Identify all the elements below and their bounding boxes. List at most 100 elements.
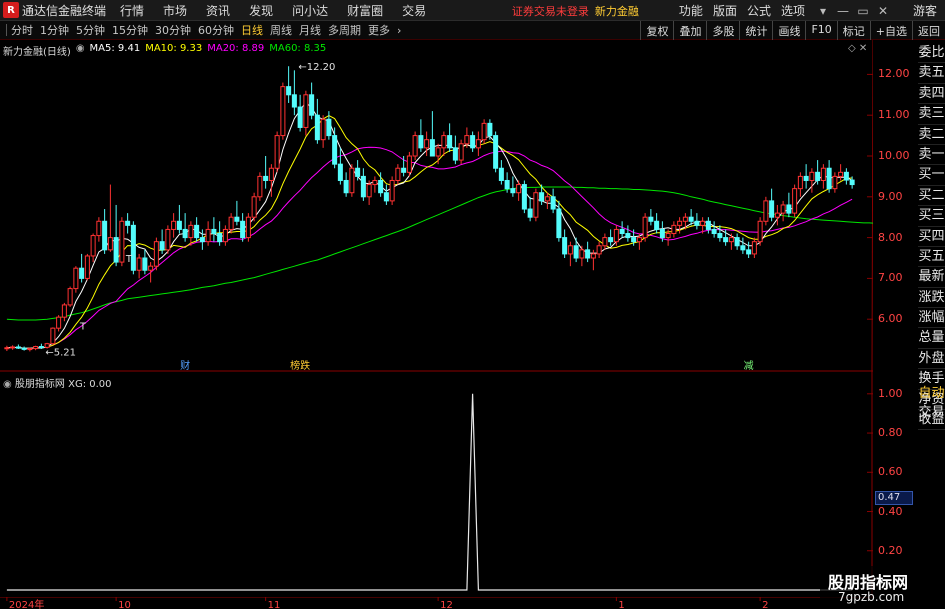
side-tab-14[interactable]: 总量 — [918, 328, 945, 349]
menu-layout[interactable]: 版面 — [713, 2, 737, 19]
candle-body — [401, 167, 407, 173]
side-tab-trade[interactable]: 交易 — [918, 403, 945, 422]
candle — [562, 229, 568, 258]
menu-formula[interactable]: 公式 — [747, 2, 771, 19]
side-tab-10[interactable]: 买五 — [918, 247, 945, 268]
close-panel-icon[interactable]: ✕ — [859, 43, 867, 54]
tool-draw[interactable]: 画线 — [772, 21, 805, 40]
candle — [61, 302, 67, 322]
period-60min[interactable]: 60分钟 — [198, 22, 234, 38]
menu-discover[interactable]: 发现 — [249, 2, 273, 19]
window-dropdown-icon[interactable]: ▾ — [815, 4, 831, 18]
candle-body — [234, 216, 240, 222]
candle-body — [625, 233, 631, 239]
candle — [263, 156, 269, 189]
maximize-icon[interactable]: ▭ — [855, 4, 871, 18]
menu-options[interactable]: 选项 — [781, 2, 805, 19]
candle-body — [562, 237, 568, 255]
candle — [113, 204, 119, 267]
side-tab-1[interactable]: 卖五 — [918, 63, 945, 84]
period-5min[interactable]: 5分钟 — [76, 22, 105, 38]
side-tab-6[interactable]: 买一 — [918, 165, 945, 186]
tool-adjust[interactable]: 复权 — [640, 21, 673, 40]
side-tab-15[interactable]: 外盘 — [918, 349, 945, 370]
period-intraday[interactable]: 分时 — [11, 22, 33, 38]
candle — [648, 209, 654, 226]
tool-multi-stock[interactable]: 多股 — [706, 21, 739, 40]
candle — [291, 70, 297, 116]
side-tab-5[interactable]: 卖一 — [918, 145, 945, 166]
candle — [815, 160, 821, 185]
candle-body — [579, 249, 585, 259]
candle-body — [475, 139, 481, 149]
candle — [274, 131, 280, 173]
login-warning[interactable]: 证券交易未登录 — [512, 3, 589, 19]
candle — [372, 176, 378, 193]
candle-body — [27, 348, 33, 351]
tool-add-watchlist[interactable]: +自选 — [869, 21, 912, 40]
candle — [33, 345, 39, 351]
candle — [50, 327, 56, 345]
menu-functions[interactable]: 功能 — [679, 2, 703, 19]
period-15min[interactable]: 15分钟 — [112, 22, 148, 38]
side-tab-11[interactable]: 最新 — [918, 267, 945, 288]
candle-body — [631, 237, 637, 243]
candle-body — [199, 237, 205, 243]
menu-ask[interactable]: 问小达 — [292, 2, 328, 19]
candle-body — [274, 135, 280, 169]
settings-circle-icon[interactable]: ◉ — [3, 379, 12, 390]
side-tab-8[interactable]: 买三 — [918, 206, 945, 227]
side-tab-3[interactable]: 卖三 — [918, 104, 945, 125]
side-tab-9[interactable]: 买四 — [918, 227, 945, 247]
stock-title[interactable]: 新力金融(日线) — [3, 43, 71, 58]
menu-quotes[interactable]: 行情 — [120, 2, 144, 19]
tool-stats[interactable]: 统计 — [739, 21, 772, 40]
side-tab-12[interactable]: 涨跌 — [918, 288, 945, 309]
side-tab-4[interactable]: 卖二 — [918, 125, 945, 145]
candle — [205, 221, 211, 246]
menu-market[interactable]: 市场 — [163, 2, 187, 19]
candle — [234, 200, 240, 226]
user-label[interactable]: 游客 — [913, 2, 937, 19]
period-weekly[interactable]: 周线 — [270, 22, 292, 38]
candle — [383, 184, 389, 205]
minimize-icon[interactable]: — — [835, 4, 851, 18]
candle — [820, 164, 826, 189]
candle — [510, 176, 516, 197]
close-icon[interactable]: ✕ — [875, 4, 891, 18]
candle-body — [286, 86, 292, 96]
menu-news[interactable]: 资讯 — [206, 2, 230, 19]
candle — [533, 188, 539, 222]
settings-circle-icon[interactable]: ◉ — [76, 43, 85, 58]
period-1min[interactable]: 1分钟 — [40, 22, 69, 38]
candle-body — [544, 196, 550, 202]
candle-body — [746, 249, 752, 255]
side-tab-auto[interactable]: 自动 — [918, 384, 945, 403]
chevron-right-icon[interactable]: › — [397, 24, 401, 37]
candle — [165, 225, 171, 254]
candle-body — [211, 228, 217, 235]
candle-body — [711, 228, 717, 235]
period-more[interactable]: 更多 — [368, 22, 390, 38]
side-tab-13[interactable]: 涨幅 — [918, 308, 945, 329]
diamond-icon[interactable]: ◇ — [848, 43, 856, 54]
tool-f10[interactable]: F10 — [805, 21, 836, 40]
period-monthly[interactable]: 月线 — [299, 22, 321, 38]
side-tab-0[interactable]: 委比 — [918, 43, 945, 64]
menu-wealth[interactable]: 财富圈 — [347, 2, 383, 19]
tool-back[interactable]: 返回 — [912, 21, 945, 40]
tool-mark[interactable]: 标记 — [836, 21, 870, 40]
period-30min[interactable]: 30分钟 — [155, 22, 191, 38]
side-tab-7[interactable]: 买二 — [918, 186, 945, 207]
menu-trade[interactable]: 交易 — [402, 2, 426, 19]
candle-body — [567, 245, 573, 255]
candlestick-chart[interactable]: ←12.20←5.21TT财榜跌减涨 — [0, 40, 873, 372]
candle-body — [165, 228, 171, 251]
side-tab-2[interactable]: 卖四 — [918, 84, 945, 105]
candle-body — [809, 171, 815, 181]
tool-overlay[interactable]: 叠加 — [673, 21, 706, 40]
period-multi[interactable]: 多周期 — [328, 22, 361, 38]
candle — [194, 217, 200, 242]
period-daily[interactable]: 日线 — [241, 22, 263, 38]
indicator-chart[interactable] — [0, 372, 873, 597]
